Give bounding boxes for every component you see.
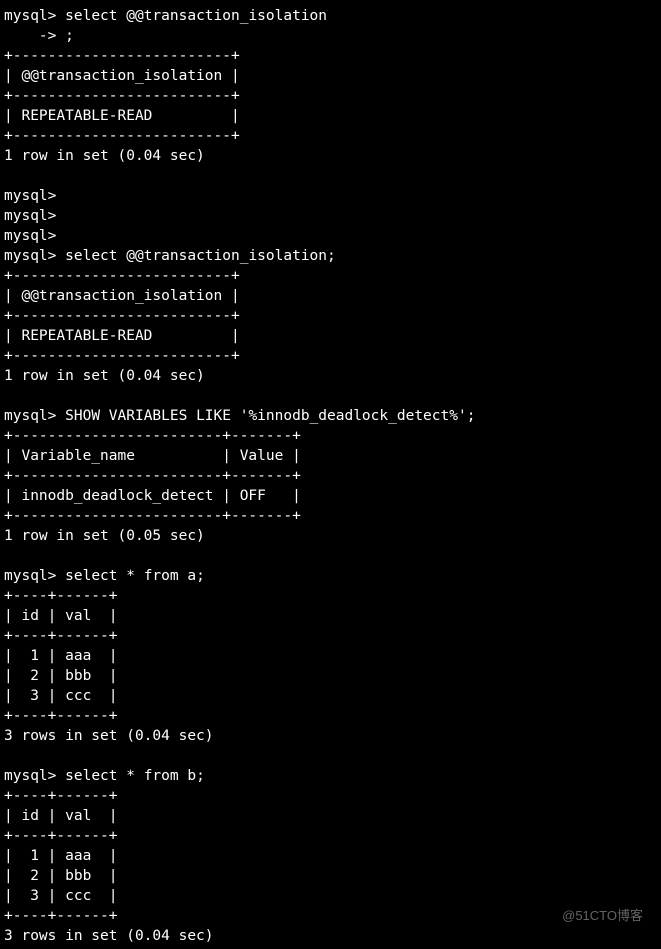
sql-query: ; [65,28,74,44]
result-footer: 1 row in set (0.04 sec) [4,368,205,384]
prompt: mysql> [4,8,56,24]
table-row: | 1 | aaa | [4,648,118,664]
table-border: +----+------+ [4,908,118,924]
prompt: mysql> [4,568,56,584]
result-footer: 3 rows in set (0.04 sec) [4,928,214,944]
table-header: | id | val | [4,608,118,624]
table-row: | 3 | ccc | [4,688,118,704]
table-border: +-------------------------+ [4,268,240,284]
table-row: | 1 | aaa | [4,848,118,864]
table-row: | innodb_deadlock_detect | OFF | [4,488,301,504]
table-header: | @@transaction_isolation | [4,288,240,304]
table-border: +----+------+ [4,788,118,804]
table-border: +------------------------+-------+ [4,428,301,444]
table-header: | Variable_name | Value | [4,448,301,464]
table-border: +-------------------------+ [4,128,240,144]
table-border: +----+------+ [4,708,118,724]
table-row: | 3 | ccc | [4,888,118,904]
table-row: | 2 | bbb | [4,868,118,884]
table-border: +-------------------------+ [4,348,240,364]
sql-query: SHOW VARIABLES LIKE '%innodb_deadlock_de… [65,408,475,424]
table-border: +----+------+ [4,828,118,844]
table-border: +----+------+ [4,628,118,644]
result-footer: 1 row in set (0.04 sec) [4,148,205,164]
prompt: mysql> [4,248,56,264]
table-header: | @@transaction_isolation | [4,68,240,84]
sql-query: select @@transaction_isolation [65,8,327,24]
sql-query: select * from b; [65,768,205,784]
continuation-prompt: -> [4,28,56,44]
table-header: | id | val | [4,808,118,824]
prompt: mysql> [4,408,56,424]
prompt: mysql> [4,768,56,784]
prompt: mysql> [4,188,56,204]
table-border: +----+------+ [4,588,118,604]
table-border: +-------------------------+ [4,308,240,324]
table-row: | REPEATABLE-READ | [4,328,240,344]
prompt: mysql> [4,208,56,224]
table-border: +-------------------------+ [4,88,240,104]
sql-query: select @@transaction_isolation; [65,248,336,264]
terminal-output: mysql> select @@transaction_isolation ->… [0,0,661,946]
table-border: +------------------------+-------+ [4,468,301,484]
table-border: +-------------------------+ [4,48,240,64]
result-footer: 1 row in set (0.05 sec) [4,528,205,544]
table-row: | REPEATABLE-READ | [4,108,240,124]
sql-query: select * from a; [65,568,205,584]
result-footer: 3 rows in set (0.04 sec) [4,728,214,744]
table-border: +------------------------+-------+ [4,508,301,524]
table-row: | 2 | bbb | [4,668,118,684]
prompt: mysql> [4,228,56,244]
